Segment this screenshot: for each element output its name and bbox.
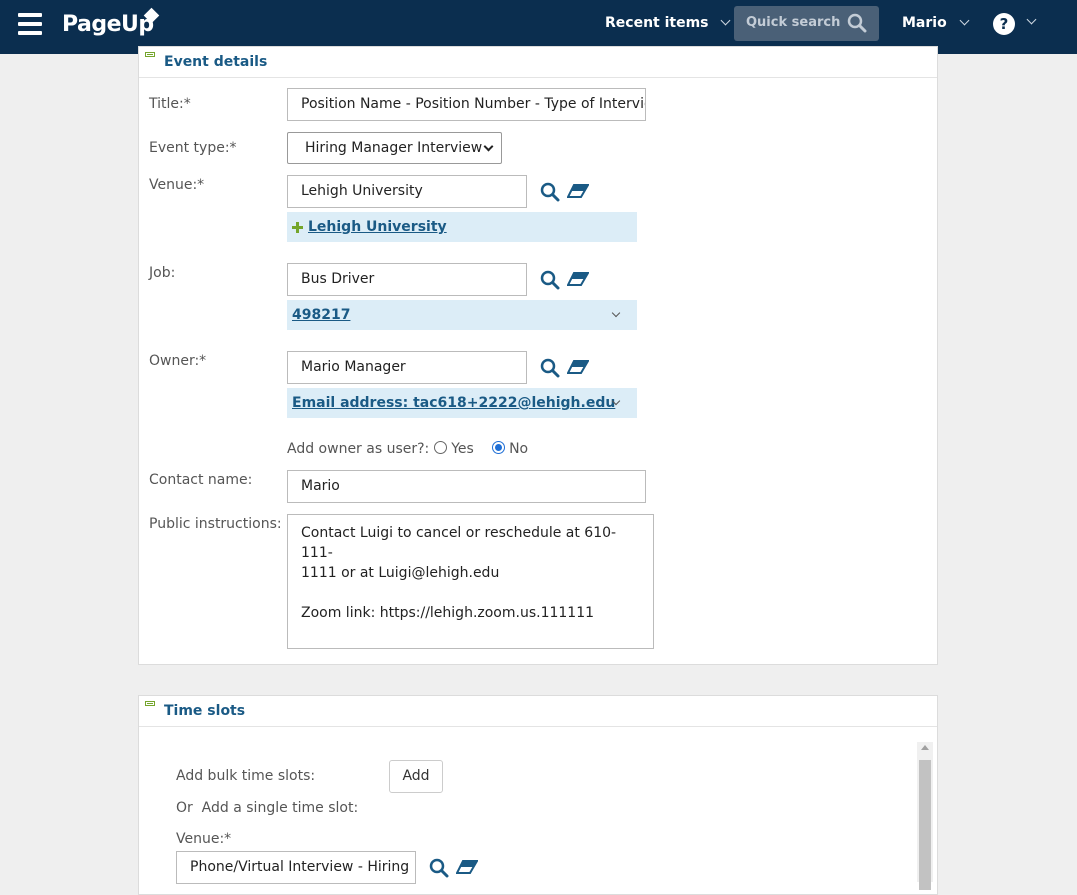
owner-selected: Email address: tac618+2222@lehigh.edu [287, 388, 637, 418]
add-icon[interactable] [292, 222, 303, 233]
help-icon: ? [993, 13, 1015, 35]
single-time-slot-label: Or Add a single time slot: [176, 800, 359, 816]
yes-label[interactable]: Yes [451, 441, 474, 457]
contact-name-field[interactable]: Mario [287, 470, 646, 503]
eraser-icon[interactable] [566, 184, 590, 204]
job-selected: 498217 [287, 300, 637, 330]
event-type-label: Event type:* [149, 140, 237, 156]
public-instructions-textarea[interactable]: Contact Luigi to cancel or reschedule at… [287, 514, 654, 649]
chevron-down-icon [483, 141, 494, 152]
search-icon[interactable] [429, 858, 449, 882]
chevron-down-icon [1027, 14, 1037, 25]
logo[interactable]: PageUp [62, 12, 154, 37]
instructions-line: Contact Luigi to cancel or reschedule at… [301, 525, 617, 561]
contact-name-label: Contact name: [149, 472, 253, 488]
add-owner-row: Add owner as user?: Yes No [287, 441, 528, 457]
yes-radio[interactable] [433, 441, 447, 454]
time-slots-header: Time slots [139, 696, 937, 727]
job-label: Job: [149, 265, 176, 281]
recent-items-menu[interactable]: Recent items [605, 15, 731, 31]
event-details-header: Event details [139, 47, 937, 78]
venue-selected: Lehigh University [287, 212, 637, 242]
owner-label: Owner:* [149, 353, 207, 369]
help-menu[interactable]: ? [993, 13, 1037, 35]
owner-email-link[interactable]: Email address: tac618+2222@lehigh.edu [292, 395, 615, 411]
add-owner-label: Add owner as user?: [287, 441, 430, 457]
quick-search-input[interactable]: Quick search [734, 6, 879, 41]
job-field[interactable]: Bus Driver [287, 263, 527, 296]
venue-field[interactable]: Lehigh University [287, 175, 527, 208]
collapse-icon[interactable] [145, 701, 155, 706]
chevron-down-icon [959, 15, 970, 26]
chevron-down-icon [720, 15, 731, 26]
search-icon[interactable] [847, 13, 867, 37]
slot-venue-field[interactable]: Phone/Virtual Interview - Hiring M [176, 851, 416, 884]
no-label[interactable]: No [509, 441, 528, 457]
add-bulk-button[interactable]: Add [389, 760, 443, 793]
no-radio[interactable] [491, 441, 505, 454]
time-slots-scrollbar[interactable] [917, 742, 933, 890]
search-icon[interactable] [540, 182, 560, 206]
eraser-icon[interactable] [566, 272, 590, 292]
chevron-down-icon[interactable] [611, 308, 621, 318]
eraser-icon[interactable] [566, 360, 590, 380]
user-menu[interactable]: Mario [902, 15, 970, 31]
panel-title: Time slots [164, 703, 246, 719]
event-details-panel: Event details Title:* Position Name - Po… [138, 46, 938, 665]
menu-icon[interactable] [18, 13, 42, 35]
collapse-icon[interactable] [145, 52, 155, 57]
venue-label: Venue:* [149, 177, 205, 193]
scroll-thumb[interactable] [919, 760, 931, 890]
event-type-select[interactable]: Hiring Manager Interview [287, 132, 502, 164]
search-icon[interactable] [540, 270, 560, 294]
instructions-line: Zoom link: https://lehigh.zoom.us.111111 [301, 605, 595, 621]
slot-venue-label: Venue:* [176, 831, 232, 847]
bulk-time-slots-label: Add bulk time slots: [176, 768, 316, 784]
scroll-up-arrow-icon[interactable] [921, 745, 929, 750]
search-icon[interactable] [540, 358, 560, 382]
eraser-icon[interactable] [455, 860, 479, 880]
owner-field[interactable]: Mario Manager [287, 351, 527, 384]
public-instructions-label: Public instructions: [149, 516, 282, 532]
instructions-line: 1111 or at Luigi@lehigh.edu [301, 565, 500, 581]
title-field[interactable]: Position Name - Position Number - Type o… [287, 88, 646, 121]
event-type-value: Hiring Manager Interview [305, 140, 483, 156]
venue-selected-link[interactable]: Lehigh University [308, 219, 447, 235]
panel-title: Event details [164, 54, 268, 70]
title-label: Title:* [149, 96, 191, 112]
quick-search-placeholder: Quick search [746, 15, 841, 30]
user-name: Mario [902, 15, 947, 31]
job-selected-link[interactable]: 498217 [292, 307, 350, 323]
recent-items-label: Recent items [605, 15, 709, 31]
time-slots-panel: Time slots Add bulk time slots: Add Or A… [138, 695, 938, 895]
